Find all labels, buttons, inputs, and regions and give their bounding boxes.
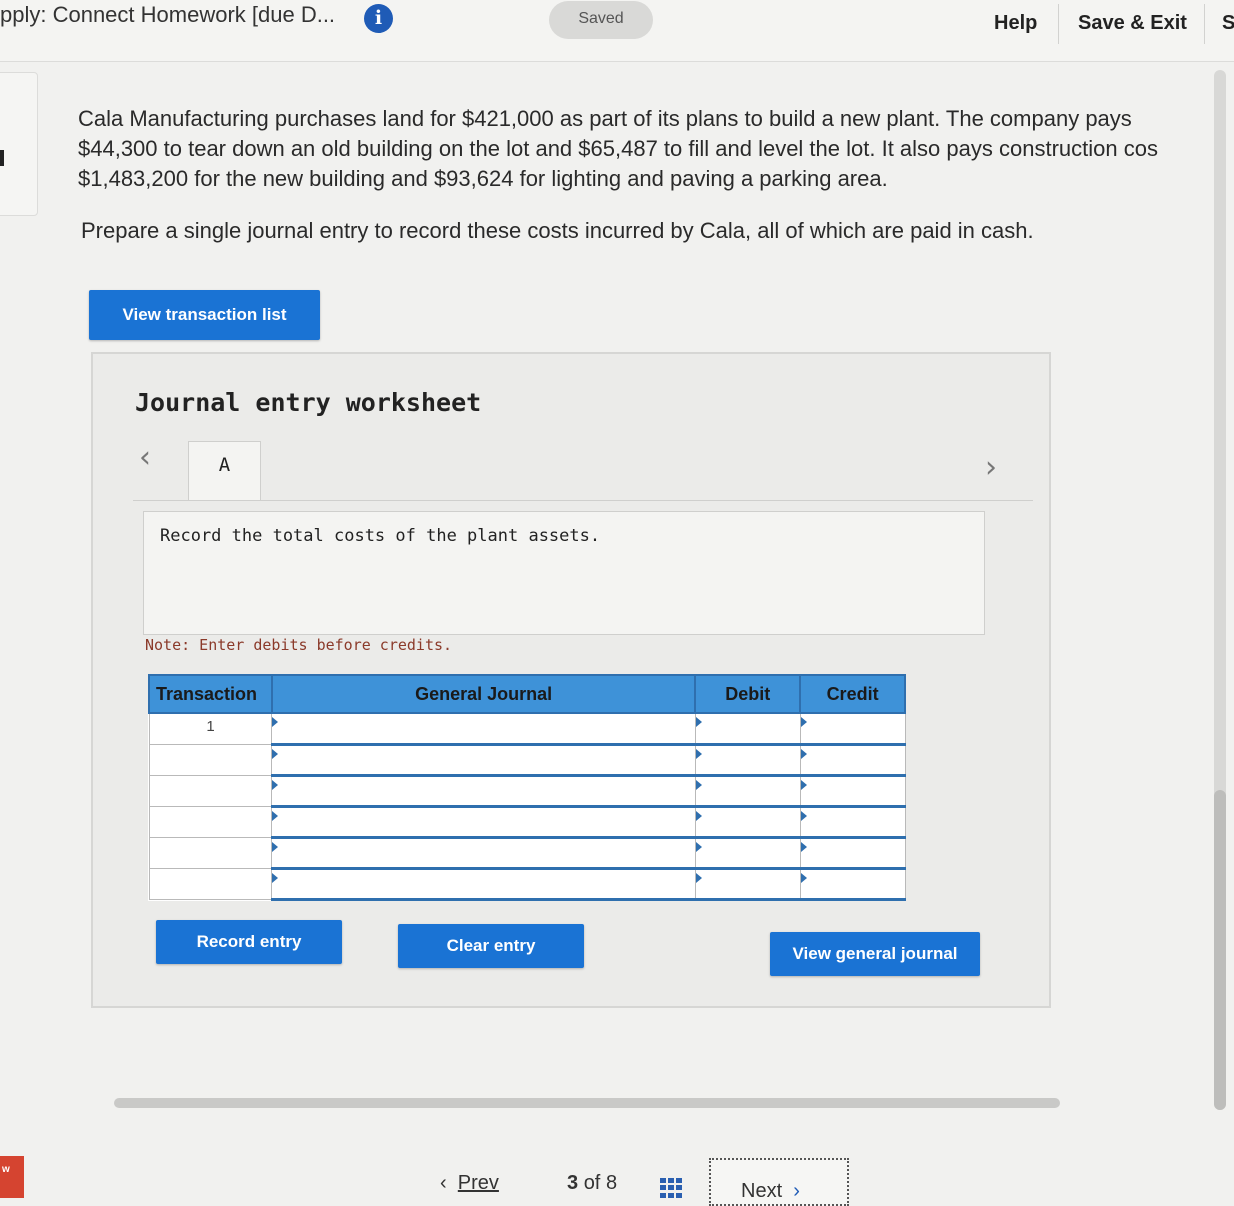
debit-input[interactable] xyxy=(694,805,801,839)
table-row xyxy=(148,805,906,839)
question-line: Cala Manufacturing purchases land for $4… xyxy=(78,106,1132,131)
question-line: $44,300 to tear down an old building on … xyxy=(78,136,1158,161)
credit-input[interactable] xyxy=(799,774,906,808)
prev-button[interactable]: ‹ Prev xyxy=(440,1172,499,1195)
page-indicator: 3 of 8 xyxy=(567,1172,617,1195)
account-input[interactable] xyxy=(271,805,696,839)
credit-input[interactable] xyxy=(799,867,906,901)
account-input[interactable] xyxy=(271,836,696,870)
left-panel-stub xyxy=(0,72,38,216)
top-bar: pply: Connect Homework [due D... i Saved… xyxy=(0,0,1234,62)
divider xyxy=(1204,4,1205,44)
save-exit-link[interactable]: Save & Exit xyxy=(1078,12,1187,35)
chevron-left-icon[interactable]: ‹ xyxy=(139,440,151,475)
chevron-right-icon[interactable]: › xyxy=(985,450,997,485)
instruction-text: Record the total costs of the plant asse… xyxy=(160,526,601,546)
table-row xyxy=(148,743,906,777)
column-header-transaction: Transaction xyxy=(148,674,273,714)
credit-input[interactable] xyxy=(799,712,906,746)
help-link[interactable]: Help xyxy=(994,12,1037,35)
question-grid-icon[interactable] xyxy=(660,1178,682,1198)
instruction-box: Record the total costs of the plant asse… xyxy=(143,511,985,635)
assignment-title: pply: Connect Homework [due D... xyxy=(0,2,336,27)
horizontal-scrollbar[interactable] xyxy=(114,1098,1060,1108)
clear-entry-button[interactable]: Clear entry xyxy=(398,924,584,968)
entry-note: Note: Enter debits before credits. xyxy=(145,636,453,654)
column-header-general-journal: General Journal xyxy=(270,674,697,714)
column-header-credit: Credit xyxy=(799,674,906,714)
journal-table: Transaction General Journal Debit Credit… xyxy=(148,674,906,901)
journal-entry-worksheet: Journal entry worksheet ‹ A › Record the… xyxy=(91,352,1051,1008)
question-prompt: Prepare a single journal entry to record… xyxy=(81,218,1034,243)
debit-input[interactable] xyxy=(694,836,801,870)
transaction-cell xyxy=(148,867,273,900)
next-label: Next › xyxy=(741,1180,800,1202)
table-row xyxy=(148,867,906,901)
transaction-cell xyxy=(148,805,273,838)
chevron-left-icon: ‹ xyxy=(440,1172,447,1194)
table-row: 1 xyxy=(148,712,906,746)
question-line: $1,483,200 for the new building and $93,… xyxy=(78,166,888,191)
tab-divider xyxy=(133,500,1033,501)
credit-input[interactable] xyxy=(799,805,906,839)
submit-link[interactable]: S xyxy=(1222,12,1234,35)
scrollbar-thumb[interactable] xyxy=(1214,790,1226,1110)
debit-input[interactable] xyxy=(694,774,801,808)
prev-label: Prev xyxy=(457,1172,499,1194)
account-input[interactable] xyxy=(271,774,696,808)
table-row xyxy=(148,836,906,870)
question-text: Cala Manufacturing purchases land for $4… xyxy=(78,104,1234,194)
app-badge: w xyxy=(0,1156,24,1198)
debit-input[interactable] xyxy=(694,743,801,777)
account-input[interactable] xyxy=(271,712,696,746)
account-input[interactable] xyxy=(271,743,696,777)
saved-status: Saved xyxy=(549,1,653,39)
next-button[interactable]: Next › xyxy=(709,1158,849,1206)
page-of: of xyxy=(583,1172,601,1194)
transaction-number: 1 xyxy=(148,712,273,745)
record-entry-button[interactable]: Record entry xyxy=(156,920,342,964)
account-input[interactable] xyxy=(271,867,696,901)
credit-input[interactable] xyxy=(799,836,906,870)
left-marker xyxy=(0,150,4,166)
column-header-debit: Debit xyxy=(694,674,802,714)
page-current: 3 xyxy=(567,1172,579,1194)
transaction-cell xyxy=(148,774,273,807)
view-transaction-list-button[interactable]: View transaction list xyxy=(89,290,320,340)
tab-a[interactable]: A xyxy=(188,441,261,501)
worksheet-title: Journal entry worksheet xyxy=(135,388,482,417)
view-general-journal-button[interactable]: View general journal xyxy=(770,932,980,976)
debit-input[interactable] xyxy=(694,712,801,746)
table-row xyxy=(148,774,906,808)
divider xyxy=(1058,4,1059,44)
transaction-cell xyxy=(148,836,273,869)
credit-input[interactable] xyxy=(799,743,906,777)
transaction-cell xyxy=(148,743,273,776)
debit-input[interactable] xyxy=(694,867,801,901)
chevron-right-icon: › xyxy=(793,1180,800,1202)
info-icon[interactable]: i xyxy=(364,4,393,33)
page-total: 8 xyxy=(605,1172,618,1194)
vertical-scrollbar[interactable] xyxy=(1214,70,1226,1110)
